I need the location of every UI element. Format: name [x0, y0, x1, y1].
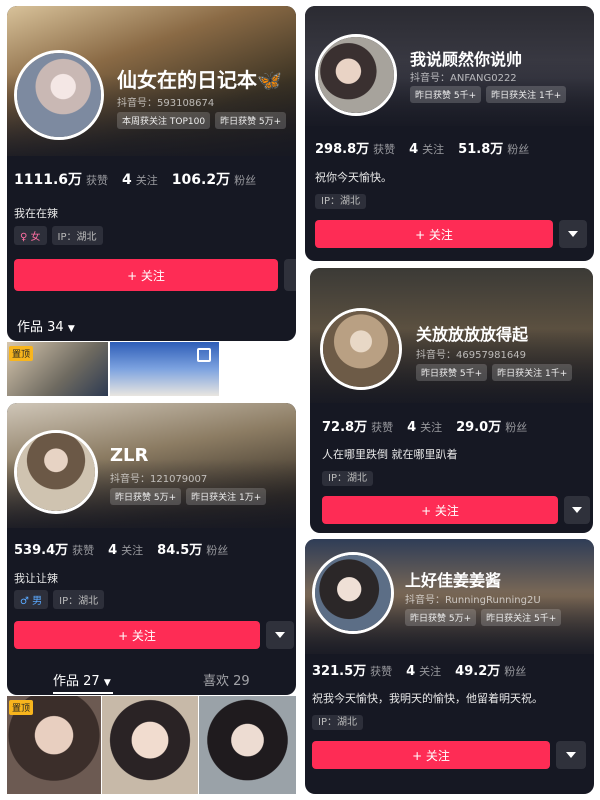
profile-name: ZLR	[110, 445, 149, 466]
profile-name: 仙女在的日记本🦋	[117, 68, 282, 92]
profile-card-1: 仙女在的日记本🦋 抖音号：593108674 本周获关注 TOP100 昨日获赞…	[7, 6, 296, 341]
likes-count: 298.8万	[315, 142, 370, 157]
more-button[interactable]	[556, 741, 586, 769]
more-button[interactable]	[564, 496, 590, 524]
profile-bio: 祝我今天愉快，我明天的愉快，他留着明天祝。	[312, 692, 543, 705]
video-thumbnail[interactable]	[102, 696, 198, 794]
profile-card-4: ZLR 抖音号：121079007 昨日获赞 5万+ 昨日获关注 1万+ 539…	[7, 403, 296, 695]
profile-card-3: 关放放放放得起 抖音号：46957981649 昨日获赞 5千+ 昨日获关注 1…	[310, 268, 593, 533]
follow-button[interactable]: + 关注	[315, 220, 553, 248]
fans-count[interactable]: 29.0万	[456, 416, 501, 435]
following-count[interactable]: 4	[406, 664, 415, 679]
yesterday-likes-badge: 昨日获赞 5万+	[110, 488, 182, 505]
yesterday-follows-badge: 昨日获关注 1千+	[492, 364, 573, 381]
tab-works[interactable]: 作品 34 ▼	[17, 316, 75, 335]
gender-badge: ♀ 女	[14, 226, 47, 245]
chevron-down-icon	[566, 752, 576, 758]
profile-bio: 我让让辣	[14, 572, 58, 585]
more-button[interactable]	[266, 621, 294, 649]
yesterday-follows-badge: 昨日获关注 5千+	[481, 609, 562, 626]
more-button[interactable]	[559, 220, 587, 248]
chevron-down-icon: ▼	[67, 324, 75, 334]
avatar[interactable]	[14, 50, 104, 140]
fans-count[interactable]: 106.2万	[172, 169, 230, 189]
profile-name: 上好佳姜姜酱	[405, 571, 502, 590]
weekly-top-badge: 本周获关注 TOP100	[117, 112, 211, 129]
profile-name: 关放放放放得起	[416, 325, 529, 344]
likes-count: 1111.6万	[14, 172, 83, 188]
pinned-badge: 置顶	[9, 346, 34, 361]
follow-button[interactable]: + 关注	[312, 741, 550, 769]
yesterday-follows-badge: 昨日获关注 1万+	[186, 488, 267, 505]
video-thumbnail[interactable]	[199, 696, 296, 794]
following-count[interactable]: 4	[409, 142, 418, 157]
likes-count: 72.8万	[322, 420, 368, 435]
avatar[interactable]	[312, 552, 394, 634]
douyin-id[interactable]: 抖音号：ANFANG0222	[410, 69, 517, 84]
avatar[interactable]	[14, 430, 98, 514]
follow-button[interactable]: + 关注	[322, 496, 558, 524]
active-tab-indicator	[53, 692, 113, 694]
following-count[interactable]: 4	[122, 172, 132, 188]
tab-likes[interactable]: 喜欢 29	[203, 670, 250, 689]
profile-bio: 祝你今天愉快。	[315, 171, 392, 184]
profile-name: 我说顾然你说帅	[410, 50, 523, 69]
video-thumbnail[interactable]	[110, 342, 219, 396]
multi-image-icon	[197, 348, 211, 362]
pinned-badge: 置顶	[9, 700, 34, 715]
fans-count[interactable]: 49.2万	[455, 660, 500, 679]
follow-button[interactable]: + 关注	[14, 621, 260, 649]
following-count[interactable]: 4	[108, 543, 117, 558]
ip-badge: IP：湖北	[315, 194, 366, 209]
ip-badge: IP：湖北	[51, 226, 103, 245]
video-thumbnail[interactable]: 置顶	[7, 696, 101, 794]
douyin-id[interactable]: 抖音号：RunningRunning2U	[405, 591, 541, 606]
chevron-down-icon	[275, 632, 285, 638]
avatar[interactable]	[315, 34, 397, 116]
douyin-id[interactable]: 抖音号：593108674	[117, 94, 214, 109]
avatar[interactable]	[320, 308, 402, 390]
gender-badge: ♂ 男	[14, 590, 49, 609]
yesterday-likes-badge: 昨日获赞 5万+	[215, 112, 287, 129]
tab-works[interactable]: 作品 27 ▼	[53, 670, 111, 689]
more-button[interactable]	[284, 259, 296, 291]
chevron-down-icon	[568, 231, 578, 237]
douyin-id[interactable]: 抖音号：46957981649	[416, 346, 526, 361]
yesterday-likes-badge: 昨日获赞 5千+	[416, 364, 488, 381]
fans-count[interactable]: 84.5万	[157, 539, 202, 558]
douyin-id[interactable]: 抖音号：121079007	[110, 470, 207, 485]
profile-bio: 我在在辣	[14, 207, 58, 220]
following-count[interactable]: 4	[407, 420, 416, 435]
video-thumbnail[interactable]: 置顶	[7, 342, 108, 396]
follow-button[interactable]: + 关注	[14, 259, 278, 291]
yesterday-follows-badge: 昨日获关注 1千+	[486, 86, 567, 103]
profile-card-2: 我说顾然你说帅 抖音号：ANFANG0222 昨日获赞 5千+ 昨日获关注 1千…	[305, 6, 594, 261]
yesterday-likes-badge: 昨日获赞 5万+	[405, 609, 477, 626]
profile-card-5: 上好佳姜姜酱 抖音号：RunningRunning2U 昨日获赞 5万+ 昨日获…	[305, 539, 594, 794]
profile-bio: 人在哪里跌倒 就在哪里趴着	[322, 448, 458, 461]
chevron-down-icon: ▼	[103, 678, 111, 688]
ip-badge: IP：湖北	[322, 471, 373, 486]
fans-count[interactable]: 51.8万	[458, 138, 503, 157]
ip-badge: IP：湖北	[53, 590, 105, 609]
chevron-down-icon	[572, 507, 582, 513]
ip-badge: IP：湖北	[312, 715, 363, 730]
yesterday-likes-badge: 昨日获赞 5千+	[410, 86, 482, 103]
likes-count: 539.4万	[14, 543, 69, 558]
likes-count: 321.5万	[312, 664, 367, 679]
